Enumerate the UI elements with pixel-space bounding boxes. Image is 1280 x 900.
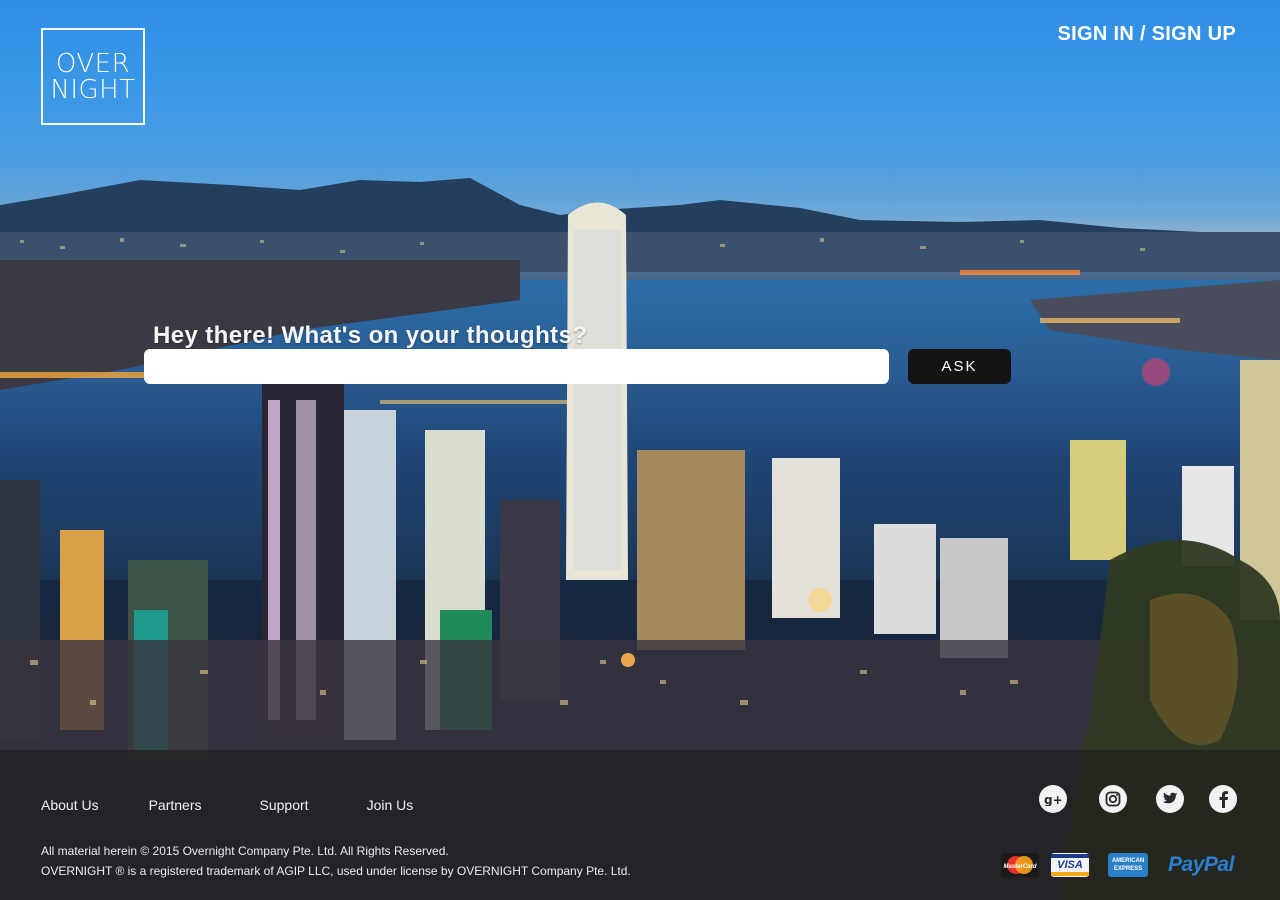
american-express-logo: AMERICAN EXPRESS [1108,853,1148,877]
amex-line1: AMERICAN [1111,858,1145,864]
logo-line2: NIGHT [50,74,136,105]
overnight-logo[interactable]: OVER NIGHT [41,28,145,125]
logo-line1: OVER [55,48,131,79]
svg-text:MasterCard: MasterCard [1003,864,1036,870]
footer-link-join-us[interactable]: Join Us [367,797,414,813]
copyright-line1: All material herein © 2015 Overnight Com… [41,844,449,858]
sign-in-sign-up-link[interactable]: SIGN IN / SIGN UP [1058,23,1236,46]
amex-line2: EXPRESS [1113,866,1143,872]
google-plus-icon[interactable]: g+ [1039,785,1067,813]
facebook-icon[interactable] [1209,785,1237,813]
ask-button[interactable]: ASK [908,349,1011,384]
copyright: All material herein © 2015 Overnight Com… [41,841,631,881]
instagram-icon[interactable] [1099,785,1127,813]
visa-text: VISA [1057,859,1083,871]
svg-text:g+: g+ [1044,793,1062,806]
copyright-line2: OVERNIGHT ® is a registered trademark of… [41,864,631,878]
paypal-text: PayPal [1168,853,1234,876]
search-prompt: Hey there! What's on your thoughts? [153,322,588,349]
paypal-logo: PayPal [1163,853,1239,877]
twitter-icon[interactable] [1156,785,1184,813]
search-input[interactable] [144,349,889,384]
background-city-photo [0,0,1280,900]
visa-logo: VISA [1051,853,1089,877]
mastercard-logo: MasterCard [1001,853,1039,877]
footer-link-partners[interactable]: Partners [149,797,202,813]
footer-link-support[interactable]: Support [260,797,309,813]
footer-nav: About Us Partners Support Join Us [41,797,413,813]
footer-link-about-us[interactable]: About Us [41,797,99,813]
